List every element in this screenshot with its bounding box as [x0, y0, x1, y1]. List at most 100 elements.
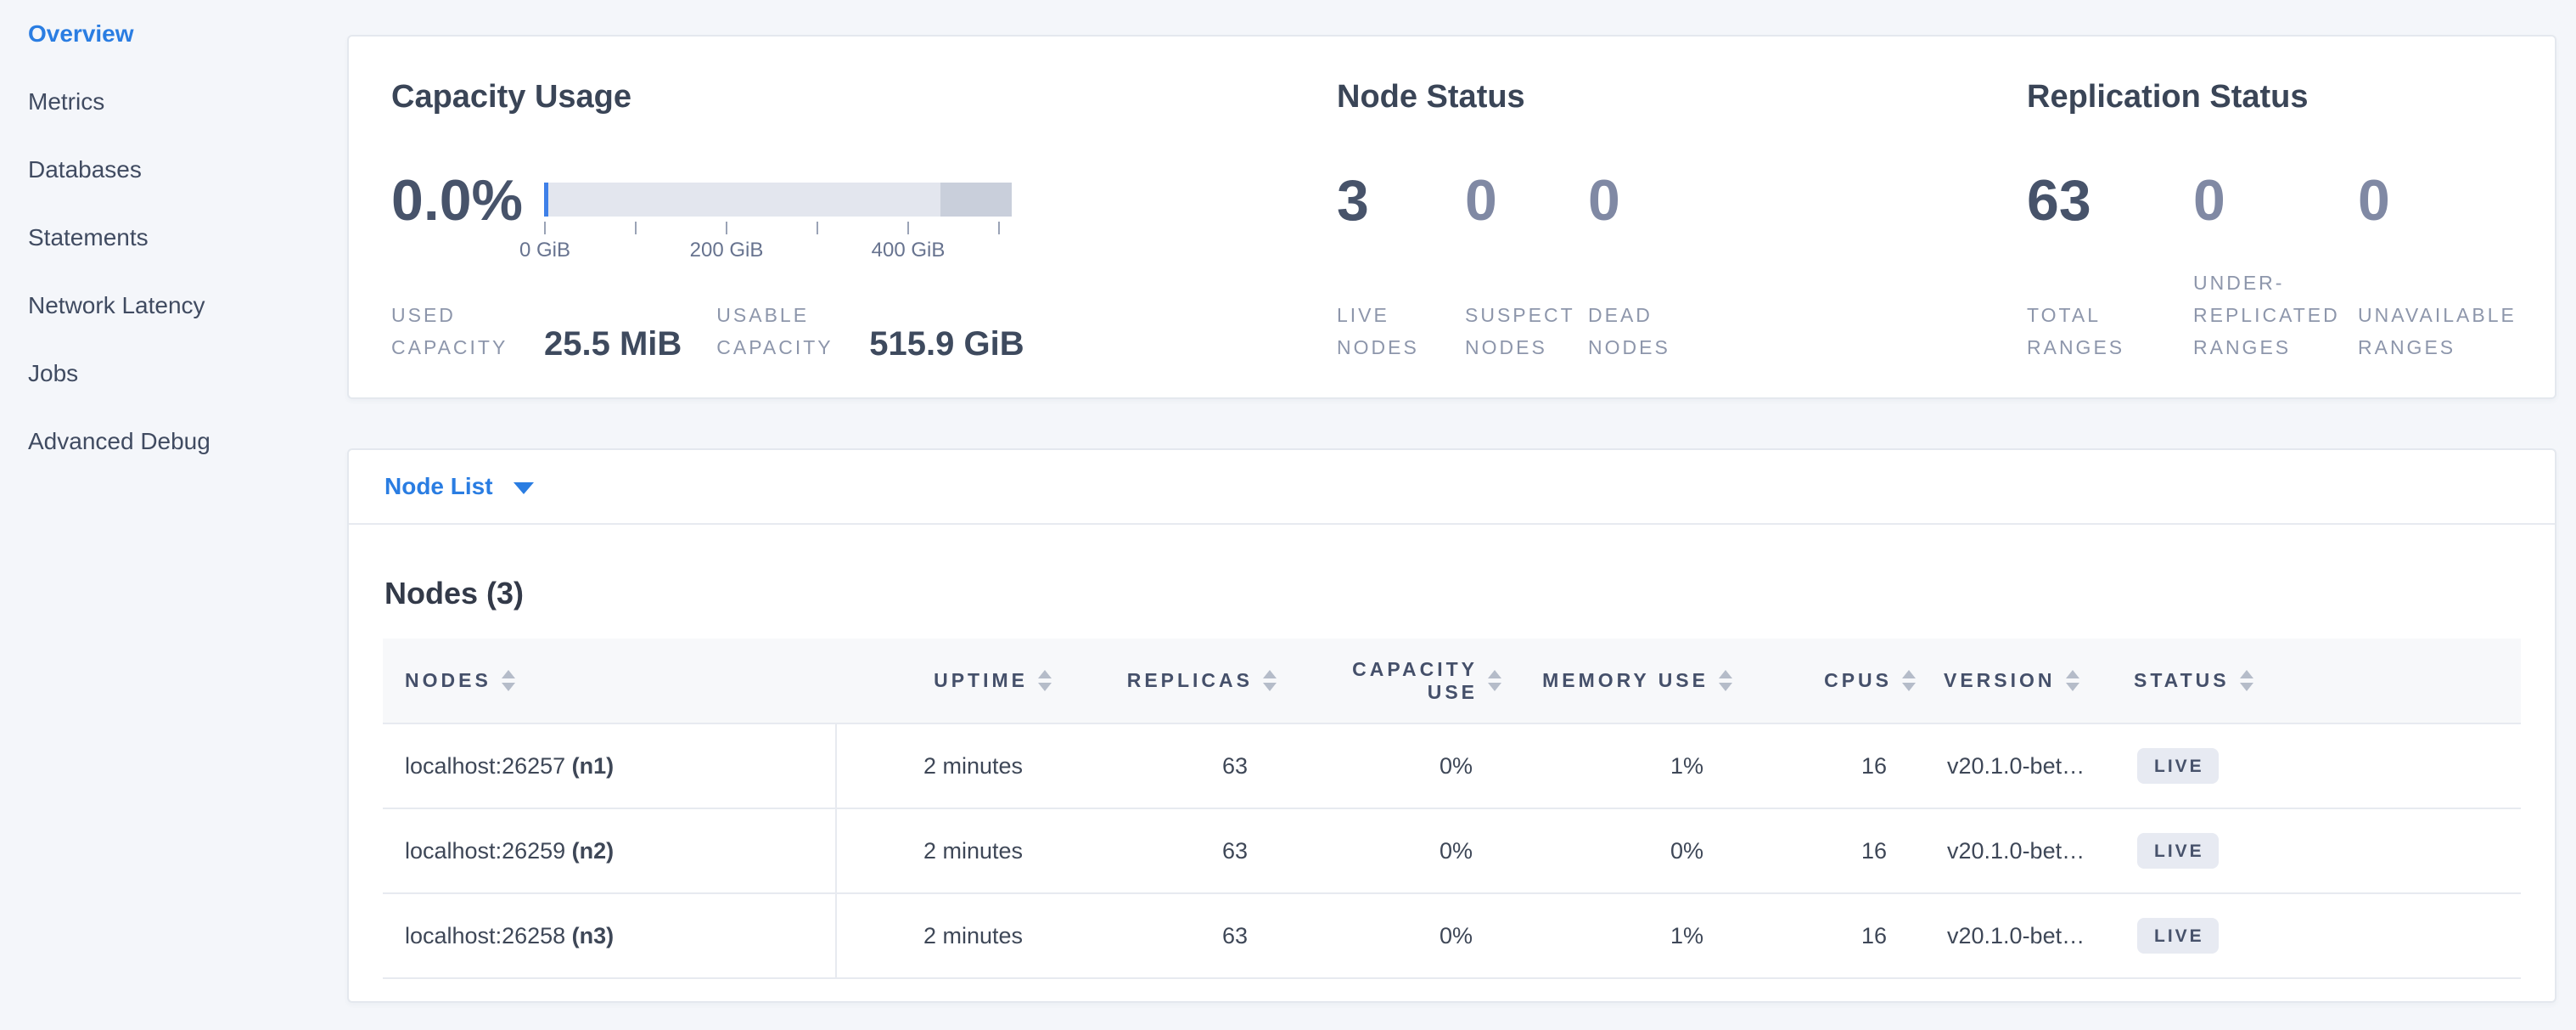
- memory-use-cell: 1%: [1504, 723, 1735, 808]
- uptime-cell: 2 minutes: [836, 723, 1054, 808]
- sort-icon: [1488, 670, 1501, 691]
- table-header-row: NODES UPTIME REPLICAS CAPACITY USE MEMOR…: [383, 639, 2521, 723]
- uptime-cell: 2 minutes: [836, 808, 1054, 893]
- sort-icon: [2240, 670, 2253, 691]
- total-ranges-label: TOTAL RANGES: [2027, 299, 2193, 363]
- column-header-uptime[interactable]: UPTIME: [836, 639, 1054, 723]
- chevron-down-icon: [514, 482, 534, 494]
- column-header-replicas[interactable]: REPLICAS: [1054, 639, 1279, 723]
- status-cell: LIVE: [2108, 723, 2521, 808]
- capacity-use-cell: 0%: [1279, 893, 1504, 978]
- node-list-dropdown[interactable]: Node List: [349, 450, 2555, 525]
- capacity-use-cell: 0%: [1279, 808, 1504, 893]
- column-header-nodes[interactable]: NODES: [383, 639, 836, 723]
- status-badge: LIVE: [2137, 918, 2219, 954]
- column-header-memory-use[interactable]: MEMORY USE: [1504, 639, 1735, 723]
- node-address-cell[interactable]: localhost:26258 (n3): [383, 893, 836, 978]
- capacity-gauge: 0 GiB 200 GiB 400 GiB: [544, 183, 1012, 217]
- replicas-cell: 63: [1054, 893, 1279, 978]
- suspect-nodes-stat: 0 SUSPECT NODES: [1465, 166, 1588, 363]
- status-badge: LIVE: [2137, 833, 2219, 869]
- capacity-use-cell: 0%: [1279, 723, 1504, 808]
- suspect-nodes-value: 0: [1465, 166, 1588, 234]
- capacity-gauge-used-bar: [544, 183, 548, 217]
- node-status-title: Node Status: [1337, 77, 1525, 116]
- suspect-nodes-label: SUSPECT NODES: [1465, 299, 1588, 363]
- sidebar: Overview Metrics Databases Statements Ne…: [0, 0, 346, 1030]
- sidebar-item-metrics[interactable]: Metrics: [0, 68, 346, 136]
- dead-nodes-label: DEAD NODES: [1588, 299, 1724, 363]
- status-badge: LIVE: [2137, 748, 2219, 784]
- memory-use-cell: 1%: [1504, 893, 1735, 978]
- uptime-cell: 2 minutes: [836, 893, 1054, 978]
- live-nodes-label: LIVE NODES: [1337, 299, 1465, 363]
- under-replicated-ranges-value: 0: [2193, 166, 2358, 234]
- sidebar-item-network-latency[interactable]: Network Latency: [0, 272, 346, 340]
- cpus-cell: 16: [1735, 723, 1918, 808]
- sort-icon: [1902, 670, 1916, 691]
- node-address-cell[interactable]: localhost:26257 (n1): [383, 723, 836, 808]
- capacity-gauge-reserved-bar: [940, 183, 1012, 217]
- version-cell: v20.1.0-bet…: [1918, 893, 2108, 978]
- total-ranges-value: 63: [2027, 166, 2193, 234]
- replication-status-title: Replication Status: [2027, 77, 2309, 116]
- total-ranges-stat: 63 TOTAL RANGES: [2027, 166, 2193, 363]
- column-header-version[interactable]: VERSION: [1918, 639, 2108, 723]
- column-header-status[interactable]: STATUS: [2108, 639, 2521, 723]
- unavailable-ranges-value: 0: [2358, 166, 2553, 234]
- sidebar-item-jobs[interactable]: Jobs: [0, 340, 346, 408]
- dead-nodes-value: 0: [1588, 166, 1724, 234]
- nodes-table-title: Nodes (3): [384, 575, 524, 612]
- sort-icon: [2066, 670, 2079, 691]
- replicas-cell: 63: [1054, 808, 1279, 893]
- dead-nodes-stat: 0 DEAD NODES: [1588, 166, 1724, 363]
- gauge-tick: [635, 222, 637, 234]
- node-list-dropdown-label: Node List: [384, 473, 493, 500]
- capacity-usage-title: Capacity Usage: [391, 77, 631, 116]
- used-capacity-label: USED CAPACITY: [391, 299, 520, 363]
- unavailable-ranges-label: UNAVAILABLE RANGES: [2358, 299, 2553, 363]
- under-replicated-ranges-label: UNDER- REPLICATED RANGES: [2193, 267, 2358, 363]
- gauge-tick: [544, 222, 546, 234]
- replicas-cell: 63: [1054, 723, 1279, 808]
- node-status-stats: 3 LIVE NODES 0 SUSPECT NODES 0 DEAD NODE…: [1337, 166, 1724, 363]
- gauge-tick: [907, 222, 909, 234]
- cpus-cell: 16: [1735, 808, 1918, 893]
- nodes-table: NODES UPTIME REPLICAS CAPACITY USE MEMOR…: [383, 639, 2521, 979]
- capacity-gauge-track: [544, 183, 1012, 217]
- column-header-capacity-use[interactable]: CAPACITY USE: [1279, 639, 1504, 723]
- memory-use-cell: 0%: [1504, 808, 1735, 893]
- usable-capacity-stat: USABLE CAPACITY 515.9 GiB: [716, 299, 1024, 363]
- live-nodes-value: 3: [1337, 166, 1465, 234]
- node-row-n1[interactable]: localhost:26257 (n1) 2 minutes 63 0% 1% …: [383, 723, 2521, 808]
- node-list-panel: Node List Nodes (3) NODES UPTIME REPLICA…: [347, 448, 2556, 1003]
- cluster-summary-panel: Capacity Usage 0.0% 0 GiB 200 GiB 400 Gi…: [347, 35, 2556, 399]
- cpus-cell: 16: [1735, 893, 1918, 978]
- used-capacity-value: 25.5 MiB: [544, 324, 682, 363]
- node-row-n2[interactable]: localhost:26259 (n2) 2 minutes 63 0% 0% …: [383, 808, 2521, 893]
- node-row-n3[interactable]: localhost:26258 (n3) 2 minutes 63 0% 1% …: [383, 893, 2521, 978]
- used-capacity-stat: USED CAPACITY 25.5 MiB: [391, 299, 682, 363]
- unavailable-ranges-stat: 0 UNAVAILABLE RANGES: [2358, 166, 2553, 363]
- sort-icon: [1719, 670, 1732, 691]
- live-nodes-stat: 3 LIVE NODES: [1337, 166, 1465, 363]
- column-header-cpus[interactable]: CPUS: [1735, 639, 1918, 723]
- gauge-axis-label: 0 GiB: [519, 239, 570, 262]
- node-address-cell[interactable]: localhost:26259 (n2): [383, 808, 836, 893]
- sidebar-item-databases[interactable]: Databases: [0, 136, 346, 204]
- version-cell: v20.1.0-bet…: [1918, 808, 2108, 893]
- under-replicated-ranges-stat: 0 UNDER- REPLICATED RANGES: [2193, 166, 2358, 363]
- capacity-used-percent: 0.0%: [391, 166, 523, 234]
- sidebar-item-overview[interactable]: Overview: [0, 0, 346, 68]
- usable-capacity-label: USABLE CAPACITY: [716, 299, 845, 363]
- gauge-axis-label: 400 GiB: [872, 239, 946, 262]
- capacity-stats: USED CAPACITY 25.5 MiB USABLE CAPACITY 5…: [391, 299, 1024, 363]
- replication-stats: 63 TOTAL RANGES 0 UNDER- REPLICATED RANG…: [2027, 166, 2553, 363]
- sidebar-item-advanced-debug[interactable]: Advanced Debug: [0, 408, 346, 476]
- usable-capacity-value: 515.9 GiB: [869, 324, 1024, 363]
- sidebar-item-statements[interactable]: Statements: [0, 204, 346, 272]
- sort-icon: [1038, 670, 1052, 691]
- version-cell: v20.1.0-bet…: [1918, 723, 2108, 808]
- gauge-tick: [726, 222, 727, 234]
- sort-icon: [502, 670, 515, 691]
